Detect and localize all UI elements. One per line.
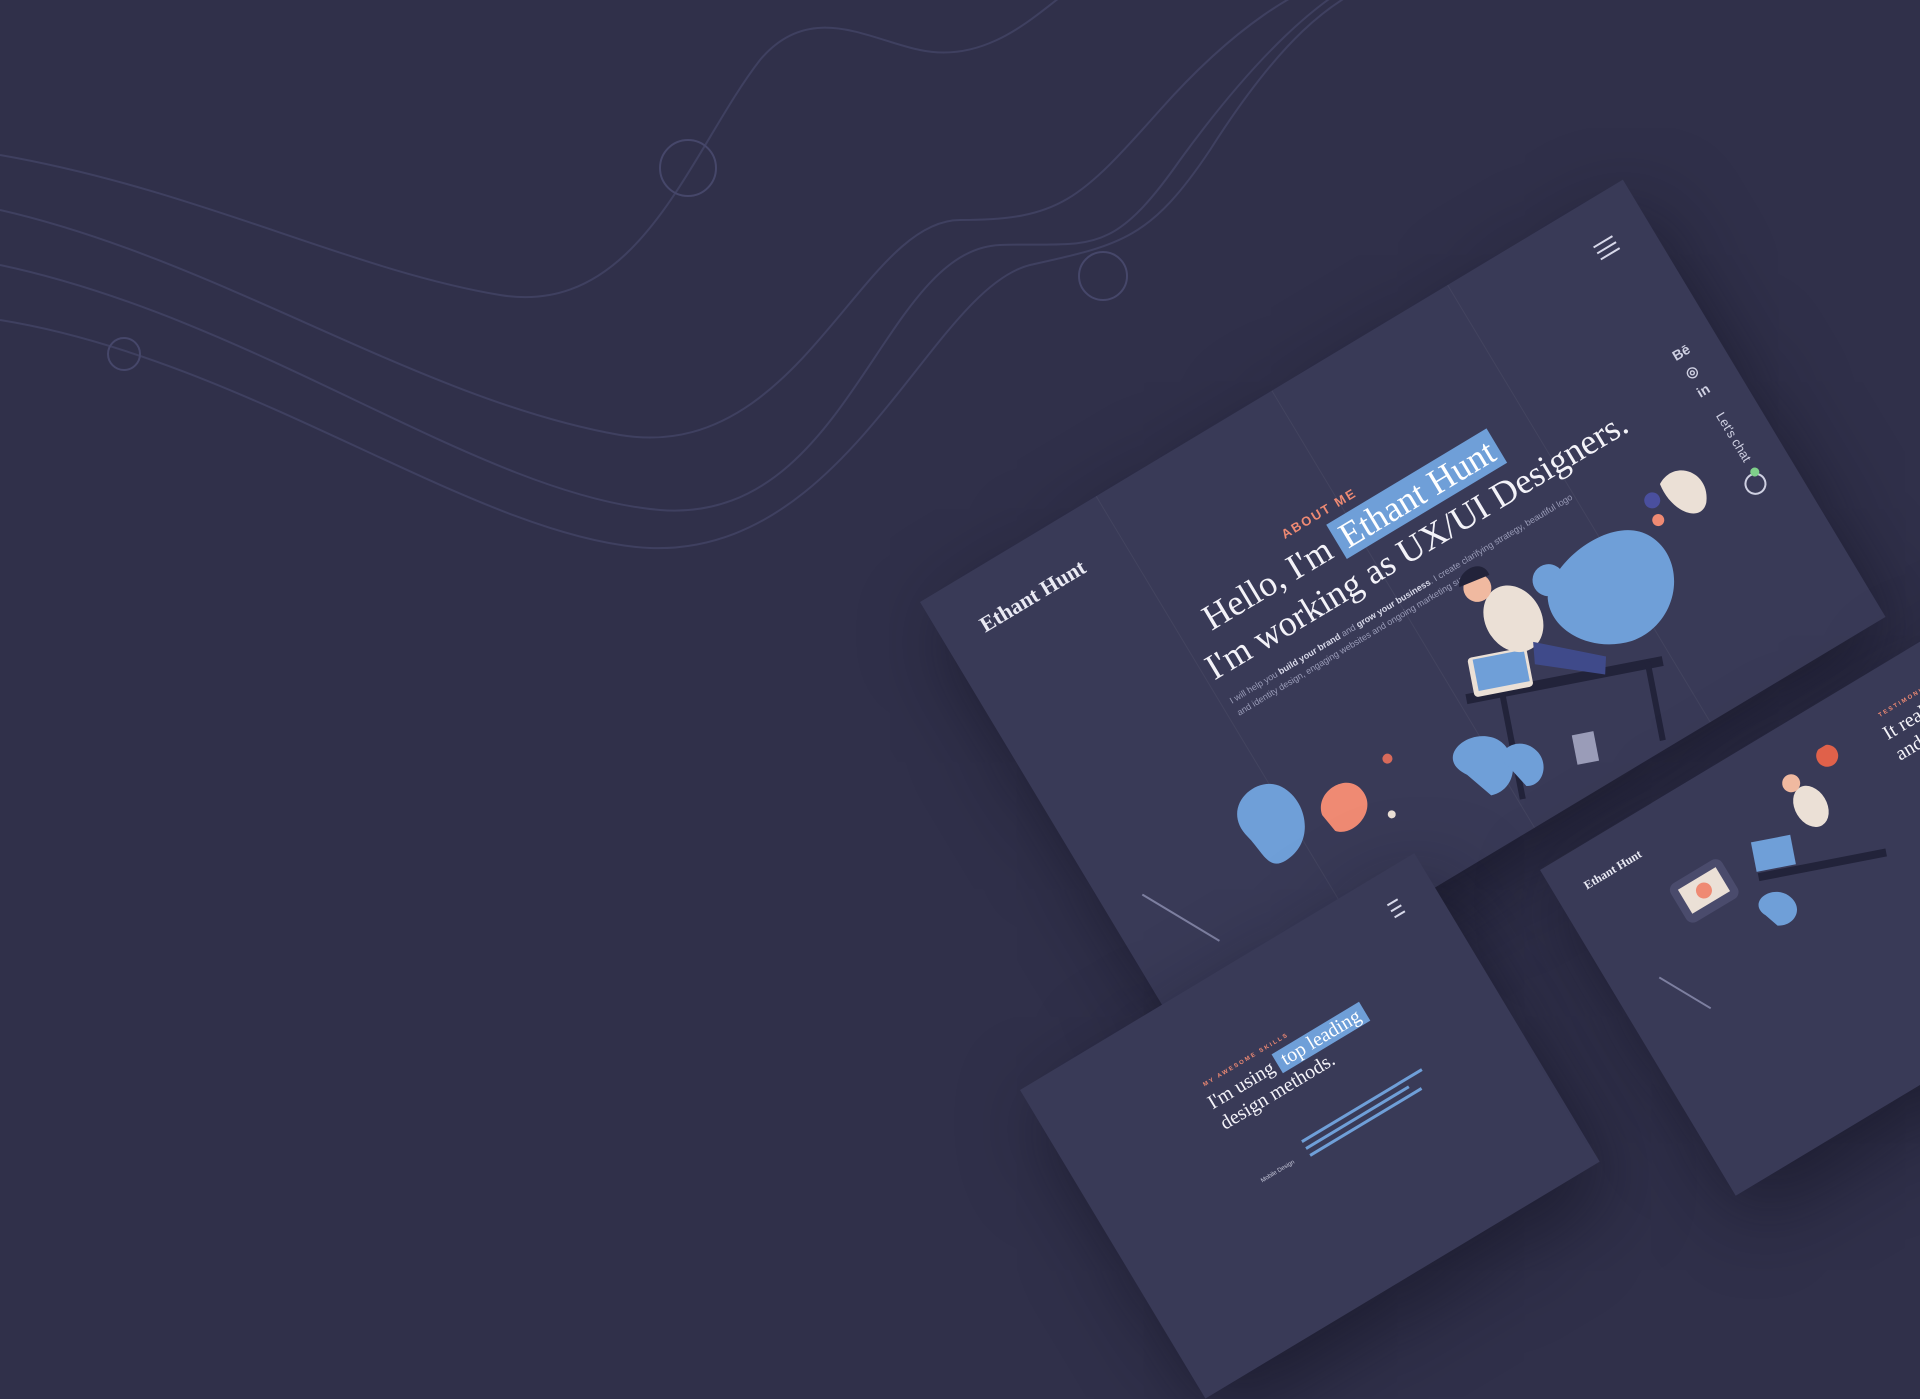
menu-icon[interactable] [1593,235,1623,264]
skill-bar [1309,1087,1423,1157]
quote-icon [1816,744,1839,767]
lets-chat-label[interactable]: Let's chat [1713,409,1754,464]
decorative-slash [1658,976,1712,1010]
skill-bar [1305,1085,1410,1150]
menu-icon[interactable] [1386,898,1408,922]
dribbble-icon[interactable]: ◎ [1682,362,1701,383]
brand-logo[interactable]: Ethant Hunt [1581,847,1644,893]
decorative-slash [1141,893,1220,942]
linkedin-icon[interactable]: in [1694,380,1713,400]
behance-icon[interactable]: Bē [1669,341,1693,364]
brand-logo[interactable]: Ethant Hunt [975,554,1091,638]
skill-bar-label: Mobile Design [1260,1159,1296,1185]
